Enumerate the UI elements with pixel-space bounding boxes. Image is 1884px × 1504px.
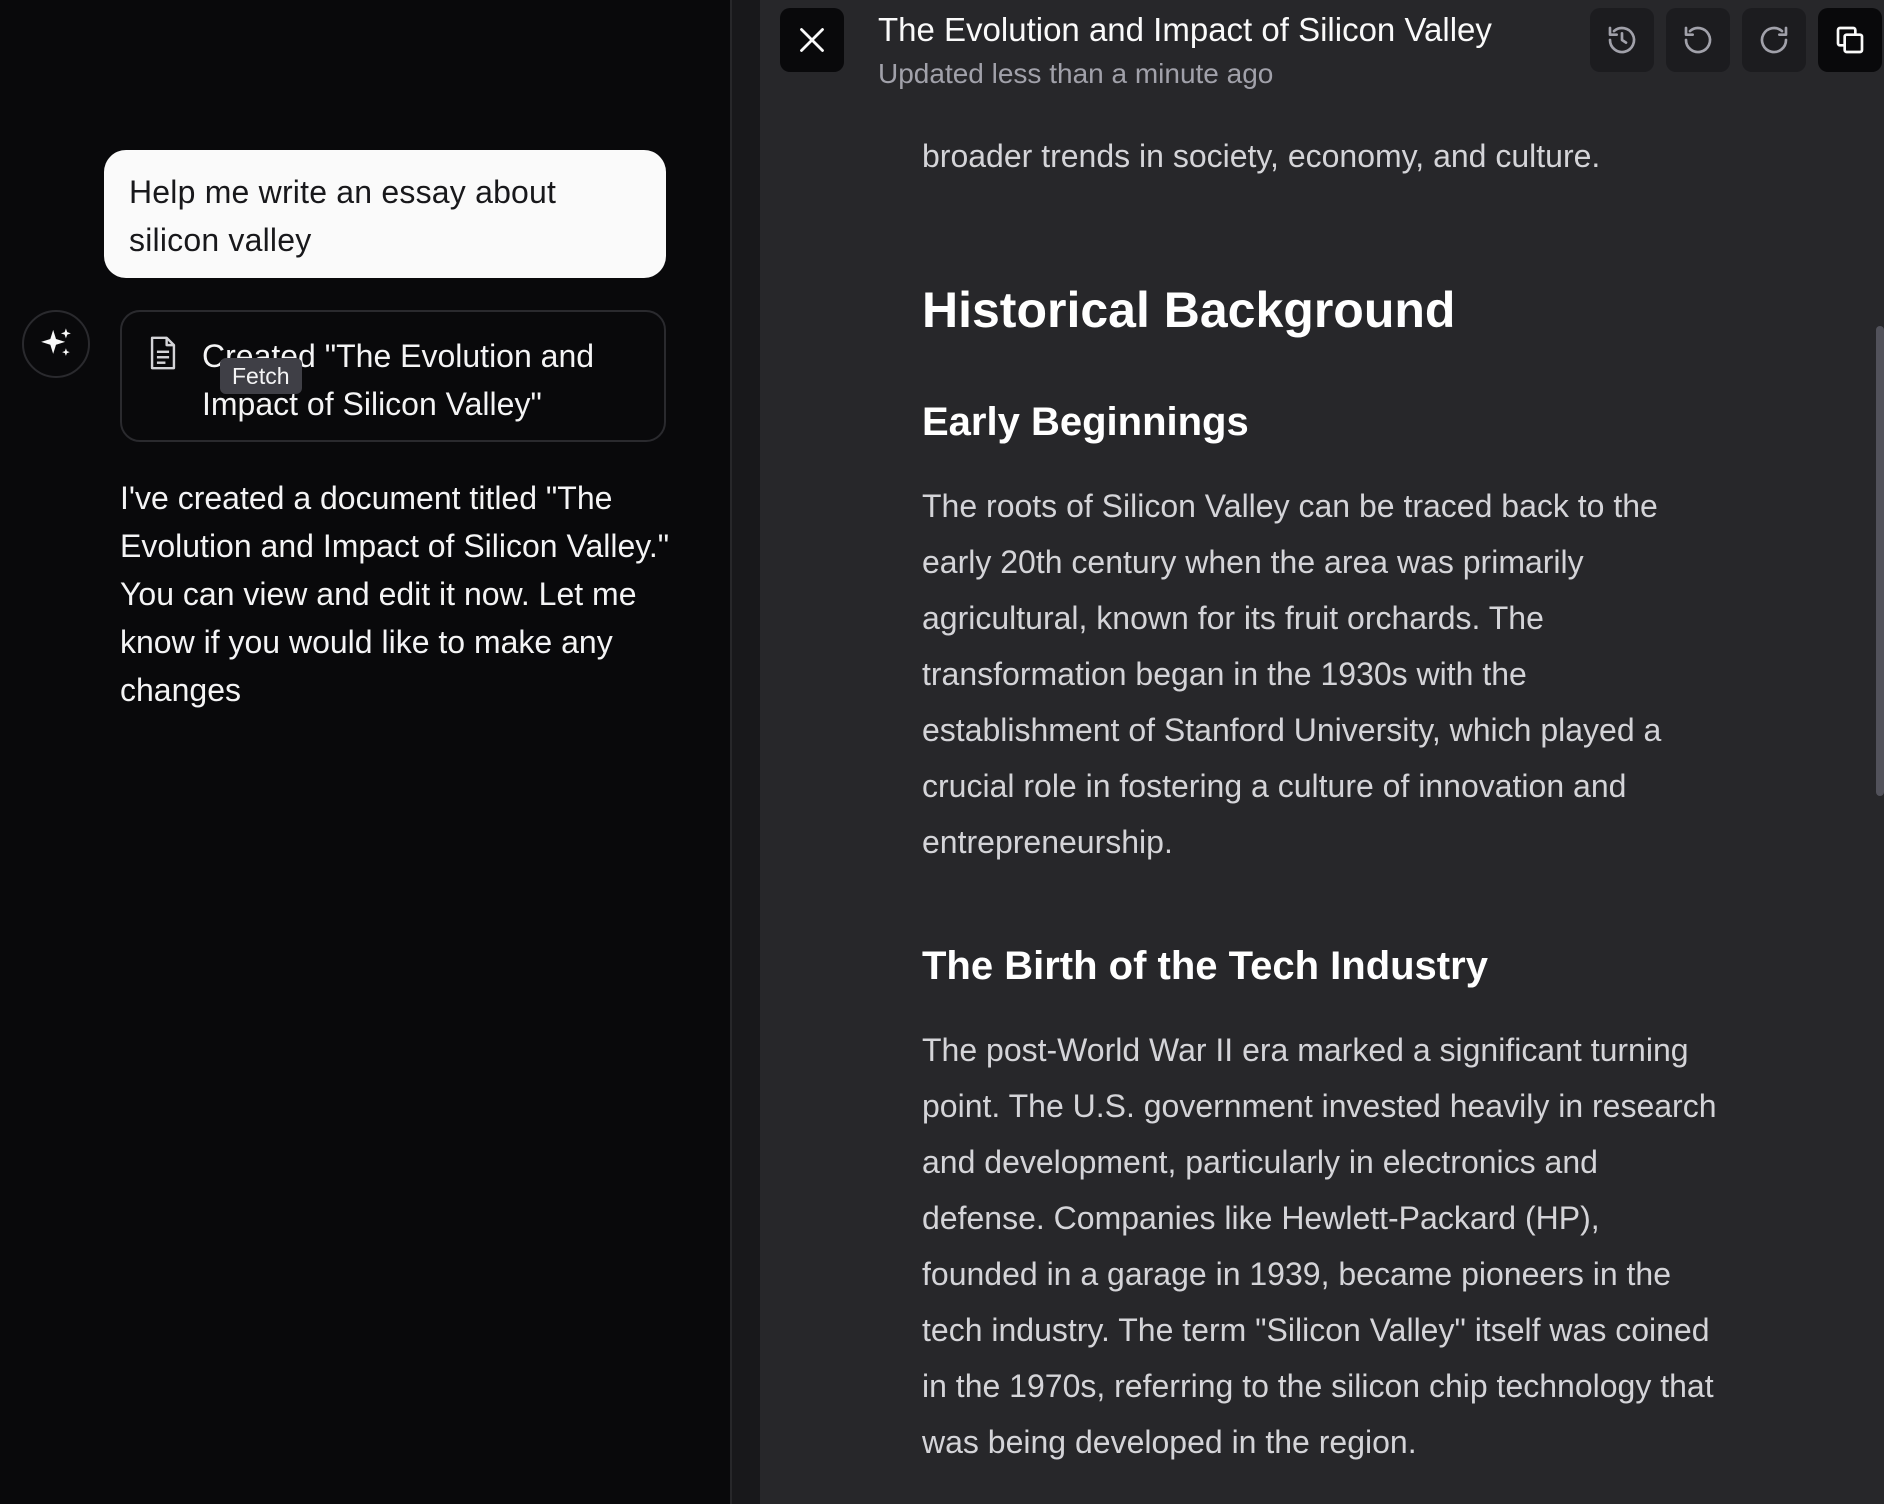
sparkles-icon: [41, 328, 71, 356]
chat-pane: Help me write an essay about silicon val…: [0, 0, 730, 1504]
paragraph-birth-tech-industry: The post-World War II era marked a signi…: [922, 1032, 1717, 1460]
intro-paragraph-tail: broader trends in society, economy, and …: [922, 138, 1601, 174]
fetch-tooltip: Fetch: [220, 358, 302, 394]
user-message-bubble: Help me write an essay about silicon val…: [104, 150, 666, 278]
document-pane: broader trends in society, economy, and …: [762, 0, 1884, 1504]
undo-button[interactable]: [1666, 8, 1730, 72]
document-status: Updated less than a minute ago: [878, 58, 1274, 89]
heading-historical-background: Historical Background: [922, 282, 1456, 338]
paragraph-early-beginnings: The roots of Silicon Valley can be trace…: [922, 488, 1662, 860]
user-message-text: Help me write an essay about silicon val…: [129, 174, 557, 258]
assistant-avatar: [22, 310, 90, 378]
undo-icon: [1684, 26, 1712, 54]
copy-button[interactable]: [1818, 8, 1882, 72]
document-scrollbar[interactable]: [1876, 326, 1884, 796]
close-button[interactable]: [780, 8, 844, 72]
document-card[interactable]: Created "The Evolution and Impact of Sil…: [120, 310, 666, 442]
document-title: The Evolution and Impact of Silicon Vall…: [878, 11, 1492, 48]
close-icon: [800, 28, 824, 52]
redo-button[interactable]: [1742, 8, 1806, 72]
redo-icon: [1760, 26, 1788, 54]
assistant-message: I've created a document titled "The Evol…: [120, 480, 670, 708]
version-history-button[interactable]: [1590, 8, 1654, 72]
pane-resize-handle[interactable]: [730, 0, 762, 1504]
history-icon: [1608, 26, 1636, 54]
file-text-icon: [150, 336, 176, 370]
heading-birth-tech-industry: The Birth of the Tech Industry: [922, 944, 1488, 988]
heading-early-beginnings: Early Beginnings: [922, 400, 1249, 444]
document-header: The Evolution and Impact of Silicon Vall…: [762, 0, 1884, 110]
copy-icon: [1836, 26, 1864, 54]
